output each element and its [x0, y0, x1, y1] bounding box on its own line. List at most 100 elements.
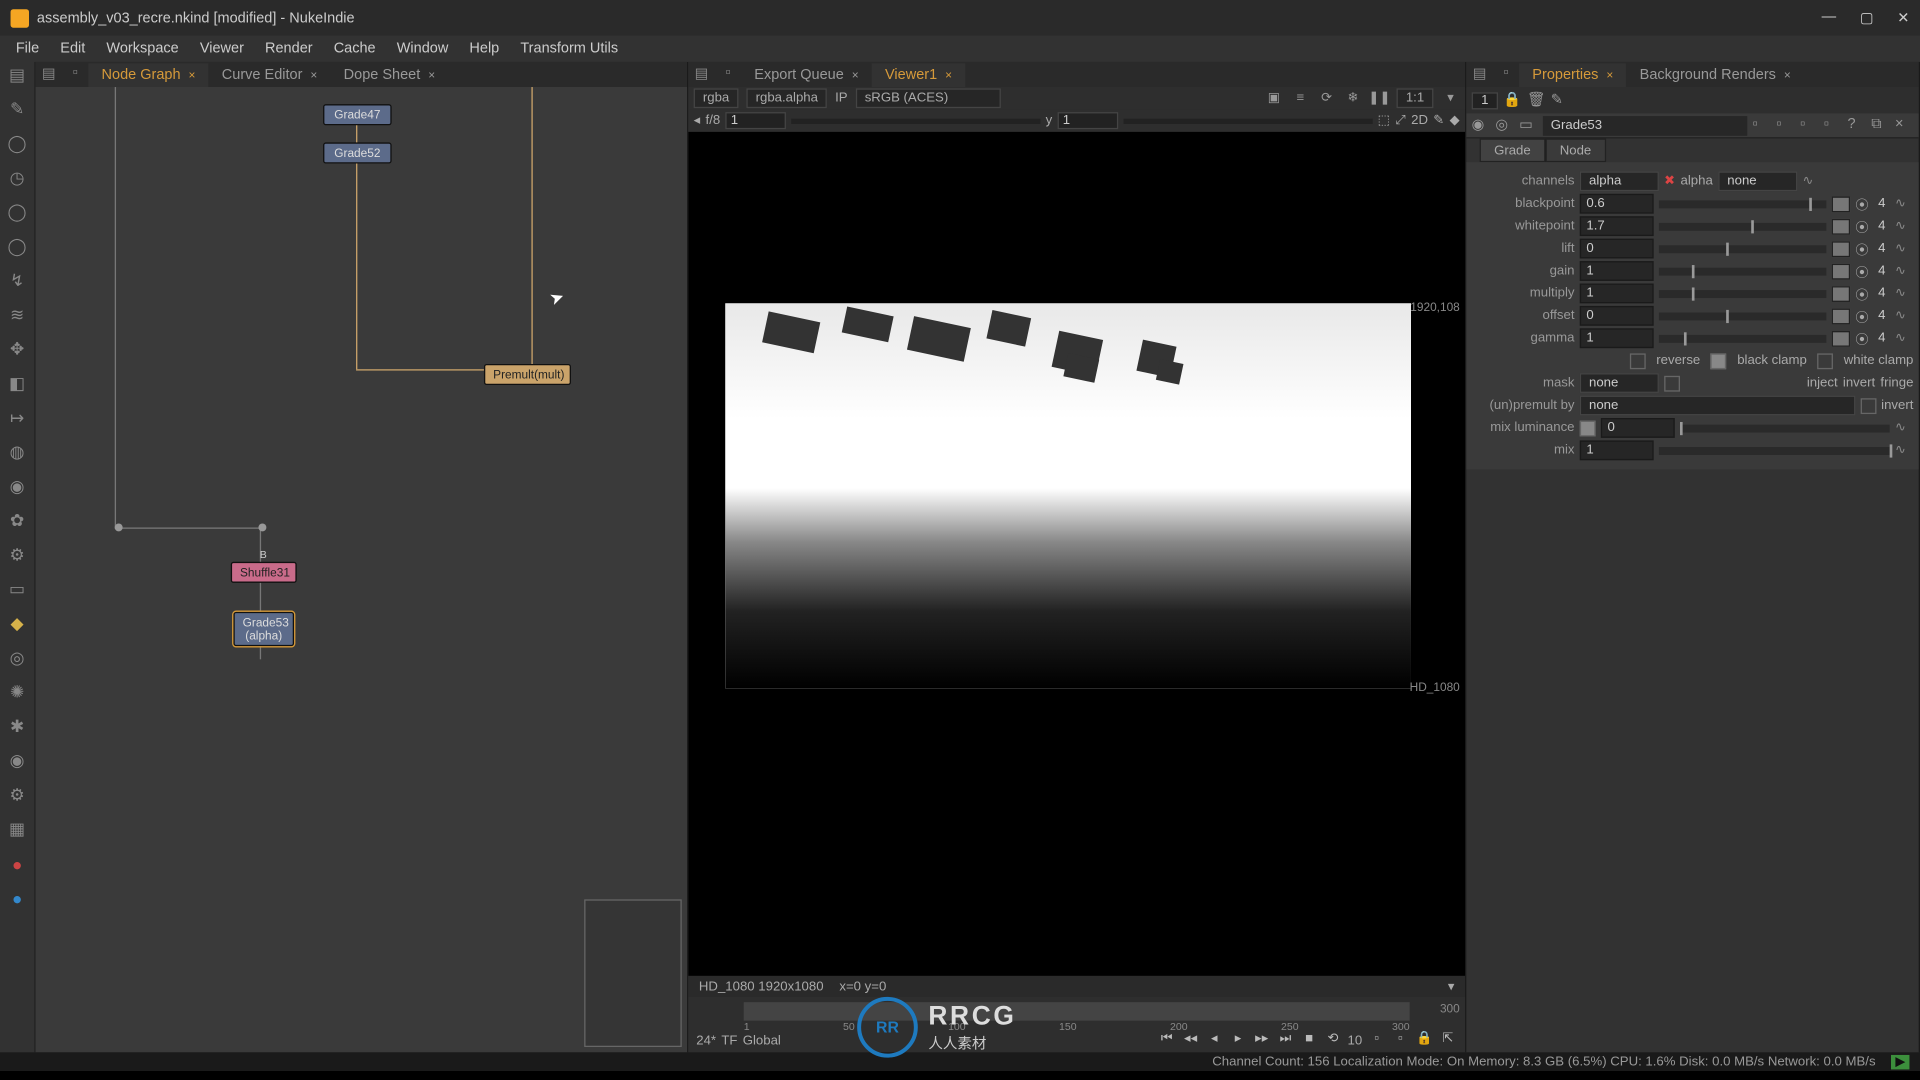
node-b1-icon[interactable]: ▫ [1753, 116, 1771, 134]
lift-swatch[interactable] [1832, 241, 1850, 257]
mixluma-chk[interactable] [1580, 420, 1596, 436]
unpremult-chk[interactable] [1860, 398, 1876, 414]
multiply-val[interactable]: 1 [1580, 284, 1654, 304]
node-color-icon[interactable]: ▭ [1519, 116, 1537, 134]
blackpoint-swatch[interactable] [1832, 196, 1850, 212]
tool-cog-icon[interactable]: ⚙ [7, 785, 28, 806]
viewer-refresh-icon[interactable]: ⟳ [1317, 89, 1335, 107]
whitepoint-4[interactable]: 4 [1874, 219, 1890, 234]
menu-viewer[interactable]: Viewer [189, 41, 254, 57]
menu-window[interactable]: Window [386, 41, 459, 57]
tab-viewer1[interactable]: Viewer1× [872, 63, 965, 87]
last-frame-icon[interactable]: ⏭ [1276, 1031, 1294, 1049]
viewer-region-icon[interactable]: ▣ [1265, 89, 1283, 107]
gain-swatch[interactable] [1832, 263, 1850, 279]
node-shuffle31[interactable]: Shuffle31 [231, 562, 297, 583]
viewer-prev-icon[interactable]: ◂ [694, 113, 701, 128]
whitepoint-picker-icon[interactable]: ⦿ [1855, 216, 1868, 236]
tool-leaf-icon[interactable]: ✿ [7, 510, 28, 531]
node-b2-icon[interactable]: ▫ [1776, 116, 1794, 134]
lift-4[interactable]: 4 [1874, 241, 1890, 256]
step1-icon[interactable]: ▫ [1367, 1031, 1385, 1049]
node-help-icon[interactable]: ? [1847, 116, 1865, 134]
panel-menu-icon[interactable]: ▤ [1469, 64, 1490, 85]
whiteclamp-checkbox[interactable] [1817, 353, 1833, 369]
step2-icon[interactable]: ▫ [1391, 1031, 1409, 1049]
menu-edit[interactable]: Edit [50, 41, 96, 57]
node-premult[interactable]: Premult(mult) [484, 364, 571, 385]
play-back-icon[interactable]: ◂ [1205, 1031, 1223, 1049]
viewer-colorspace[interactable]: sRGB (ACES) [855, 88, 1000, 108]
panel-menu-icon[interactable]: ▤ [691, 64, 712, 85]
blackpoint-4[interactable]: 4 [1874, 196, 1890, 211]
tab-curve-editor[interactable]: Curve Editor× [209, 63, 331, 87]
viewer-wipe-icon[interactable]: ⤢ [1395, 113, 1406, 128]
multiply-picker-icon[interactable]: ⦿ [1855, 284, 1868, 304]
step-val[interactable]: 10 [1348, 1033, 1363, 1048]
tool-disc-icon[interactable]: ◍ [7, 442, 28, 463]
lift-slider[interactable] [1659, 245, 1826, 253]
gamma-4[interactable]: 4 [1874, 331, 1890, 346]
stop-icon[interactable]: ■ [1300, 1031, 1318, 1049]
lift-val[interactable]: 0 [1580, 239, 1654, 259]
menu-transform-utils[interactable]: Transform Utils [510, 41, 629, 57]
tool-clock-icon[interactable]: ◷ [7, 167, 28, 188]
viewer-channels[interactable]: rgba [694, 88, 739, 108]
tool-doc-icon[interactable]: ▭ [7, 579, 28, 600]
tab-bg-renders[interactable]: Background Renders× [1626, 63, 1804, 87]
tool-gear-icon[interactable]: ✺ [7, 682, 28, 703]
channels-anim-icon[interactable]: ∿ [1802, 174, 1820, 189]
offset-picker-icon[interactable]: ⦿ [1855, 306, 1868, 326]
panel-float-icon[interactable]: ▫ [717, 64, 738, 85]
next-key-icon[interactable]: ▸▸ [1253, 1031, 1271, 1049]
mix-val[interactable]: 1 [1580, 440, 1654, 460]
props-lock-icon[interactable]: 🔒 [1503, 91, 1521, 109]
tool-ellipse-icon[interactable]: ◯ [7, 202, 28, 223]
node-float-icon[interactable]: ⧉ [1871, 116, 1889, 134]
blackclamp-checkbox[interactable] [1711, 353, 1727, 369]
node-b4-icon[interactable]: ▫ [1824, 116, 1842, 134]
menu-render[interactable]: Render [254, 41, 323, 57]
blackpoint-val[interactable]: 0.6 [1580, 194, 1654, 214]
tab-node-graph[interactable]: Node Graph× [88, 63, 208, 87]
gamma-anim-icon[interactable]: ∿ [1895, 331, 1913, 346]
lock-icon[interactable]: 🔒 [1415, 1031, 1433, 1049]
node-grade47[interactable]: Grade47 [323, 104, 392, 125]
mix-anim-icon[interactable]: ∿ [1895, 443, 1913, 458]
viewer-overlay-icon[interactable]: ◆ [1450, 113, 1460, 128]
node-graph[interactable]: Grade47 Grade52 Premult(mult) B Shuffle3… [36, 87, 687, 1052]
tool-color-icon[interactable]: ◆ [7, 613, 28, 634]
proptab-grade[interactable]: Grade [1480, 138, 1546, 162]
node-b3-icon[interactable]: ▫ [1800, 116, 1818, 134]
whitepoint-anim-icon[interactable]: ∿ [1895, 219, 1913, 234]
node-center-icon[interactable]: ◎ [1495, 116, 1513, 134]
node-grade52[interactable]: Grade52 [323, 142, 392, 163]
menu-help[interactable]: Help [459, 41, 510, 57]
panel-float-icon[interactable]: ▫ [1495, 64, 1516, 85]
offset-anim-icon[interactable]: ∿ [1895, 309, 1913, 324]
out-icon[interactable]: ⇱ [1439, 1031, 1457, 1049]
close-button[interactable]: ✕ [1897, 9, 1909, 26]
blackpoint-picker-icon[interactable]: ⦿ [1855, 194, 1868, 214]
offset-slider[interactable] [1659, 312, 1826, 320]
whitepoint-val[interactable]: 1.7 [1580, 216, 1654, 236]
offset-val[interactable]: 0 [1580, 306, 1654, 326]
tool-globe-icon[interactable]: ◉ [7, 750, 28, 771]
navigator[interactable] [584, 899, 682, 1047]
viewer-zoom[interactable]: 1:1 [1397, 88, 1434, 108]
props-edit-icon[interactable]: ✎ [1551, 91, 1569, 109]
viewer-y-input[interactable] [1057, 112, 1118, 129]
tool-wrench-icon[interactable]: ⚙ [7, 545, 28, 566]
viewer-proxy-icon[interactable]: ≡ [1291, 89, 1309, 107]
lbl-inject[interactable]: inject [1807, 376, 1838, 391]
tool-spark-icon[interactable]: ✱ [7, 716, 28, 737]
timeline-track[interactable] [744, 1002, 1410, 1020]
tab-properties[interactable]: Properties× [1519, 63, 1626, 87]
gain-val[interactable]: 1 [1580, 261, 1654, 281]
loop-icon[interactable]: ⟲ [1324, 1031, 1342, 1049]
channels-select[interactable]: alpha [1580, 171, 1659, 191]
viewer-layer[interactable]: rgba.alpha [746, 88, 827, 108]
tool-layers-icon[interactable]: ≋ [7, 305, 28, 326]
viewer-status-toggle-icon[interactable]: ▾ [1448, 979, 1455, 994]
tool-cube-icon[interactable]: ◧ [7, 373, 28, 394]
